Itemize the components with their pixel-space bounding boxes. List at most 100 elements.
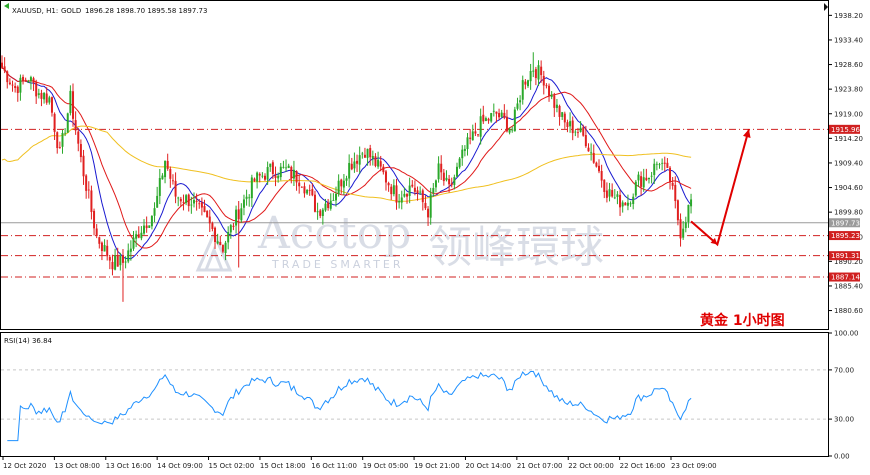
candle-body: [14, 86, 17, 89]
rsi-title: RSI(14) 36.84: [4, 337, 53, 345]
projection-path: [690, 128, 750, 247]
candle-body: [295, 171, 298, 183]
candle-body: [408, 185, 411, 197]
candle-body: [484, 118, 487, 122]
candle-body: [1, 62, 3, 68]
candle-body: [66, 113, 69, 133]
chart-header: XAUUSD, H1: GOLD 1896.28 1898.70 1895.58…: [4, 3, 207, 15]
candle-body: [421, 190, 424, 203]
candle-body: [629, 203, 632, 205]
candle-body: [379, 161, 382, 167]
chart-root: Acctop 领峰環球 TRADE SMARTER 1938.20 1933.40…: [0, 0, 870, 475]
candle-body: [43, 92, 46, 100]
candle-body: [616, 194, 619, 197]
candle-body: [508, 128, 511, 133]
candle-body: [311, 189, 314, 196]
candle-body: [121, 255, 124, 263]
candle-body: [448, 178, 451, 185]
candle-body: [208, 216, 211, 224]
candle-body: [350, 163, 353, 170]
candle-body: [534, 69, 537, 79]
candle-body: [671, 182, 674, 186]
candle-body: [258, 173, 261, 176]
candle-body: [655, 163, 658, 165]
candle-body: [132, 237, 135, 249]
candle-body: [32, 78, 35, 83]
price-tick-label: 1919.00: [834, 110, 863, 118]
candle-body: [140, 232, 143, 239]
candle-body: [432, 187, 435, 194]
candle-body: [306, 190, 309, 194]
candle-body: [22, 76, 25, 81]
candle-body: [398, 201, 401, 203]
candle-body: [48, 97, 51, 103]
candle-body: [240, 208, 243, 221]
candle-body: [56, 132, 59, 149]
candle-body: [529, 71, 532, 82]
candle-body: [8, 82, 11, 85]
candle-body: [356, 160, 359, 164]
candle-body: [411, 184, 414, 187]
candle-body: [548, 85, 551, 96]
time-tick-label: 21 Oct 07:00: [517, 462, 563, 470]
chart-canvas: Acctop 领峰環球 TRADE SMARTER 1938.20 1933.40…: [0, 0, 863, 470]
candle-body: [653, 163, 656, 176]
candle-body: [277, 175, 280, 179]
time-tick-label: 12 Oct 2020: [3, 462, 46, 470]
candle-body: [153, 208, 156, 216]
candle-body: [35, 82, 38, 97]
candle-body: [179, 198, 182, 202]
candle-body: [61, 132, 64, 147]
candle-body: [235, 209, 238, 226]
candle-body: [406, 194, 409, 197]
time-tick-label: 19 Oct 21:00: [414, 462, 460, 470]
candle-body: [292, 169, 295, 179]
time-tick-label: 20 Oct 14:00: [465, 462, 511, 470]
candle-body: [626, 202, 629, 206]
candle-body: [348, 162, 351, 179]
candle-body: [156, 195, 159, 208]
chart-annotation: 黄金 1小时图: [700, 312, 785, 329]
candle-body: [511, 129, 514, 131]
candle-body: [95, 228, 98, 236]
candle-body: [645, 177, 648, 181]
time-tick-label: 13 Oct 16:00: [106, 462, 152, 470]
candle-body: [269, 163, 272, 167]
candle-body: [248, 197, 251, 199]
scroll-triangle-icon[interactable]: [824, 3, 828, 11]
candle-body: [324, 203, 327, 211]
candle-body: [521, 80, 524, 100]
candle-body: [227, 231, 230, 243]
candle-body: [647, 177, 650, 180]
candle-body: [682, 228, 685, 238]
candle-body: [676, 200, 679, 221]
candle-body: [58, 147, 61, 148]
candle-body: [106, 245, 109, 257]
candle-body: [650, 175, 653, 177]
candle-body: [400, 197, 403, 203]
candle-body: [221, 244, 224, 252]
candle-body: [416, 190, 419, 194]
candle-body: [279, 166, 282, 178]
candle-body: [64, 132, 67, 134]
candle-body: [182, 201, 185, 203]
rsi-tick-label: 70.00: [834, 366, 854, 374]
candle-body: [264, 175, 266, 180]
candle-body: [135, 234, 138, 239]
candle-body: [308, 189, 311, 191]
candle-body: [674, 184, 677, 202]
candle-body: [434, 180, 437, 188]
candle-body: [553, 95, 556, 108]
price-levels: [1, 128, 828, 278]
candle-body: [145, 225, 148, 229]
candle-body: [177, 197, 180, 199]
candle-body: [124, 261, 127, 263]
candle-body: [6, 71, 9, 83]
candle-body: [374, 156, 377, 166]
candle-body: [479, 116, 482, 137]
candle-body: [237, 209, 240, 220]
candle-body: [321, 209, 324, 217]
time-tick-label: 14 Oct 09:00: [157, 462, 203, 470]
candle-body: [440, 163, 443, 173]
candle-body: [566, 122, 569, 127]
